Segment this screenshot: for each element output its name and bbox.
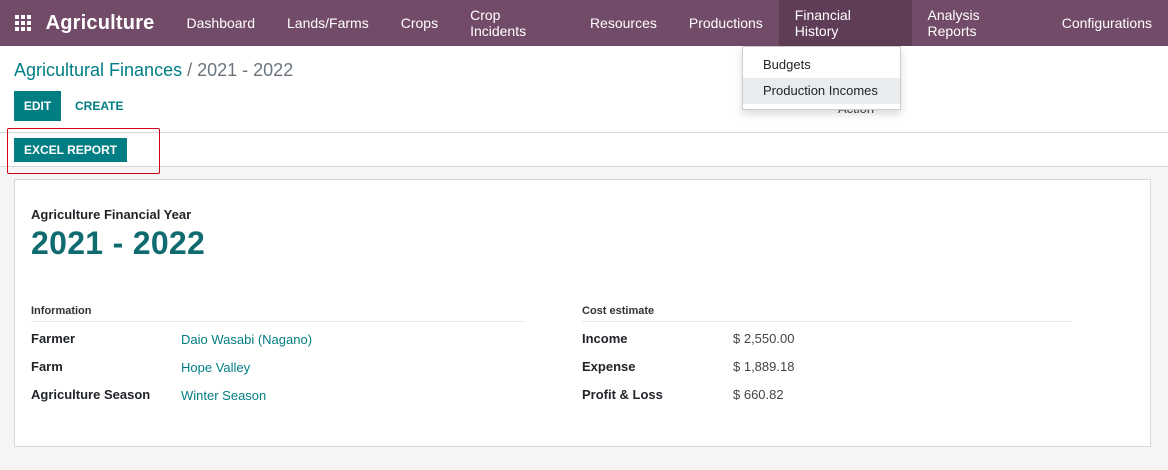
dropdown-item-budgets[interactable]: Budgets [743, 52, 900, 78]
year-field-value: 2021 - 2022 [31, 225, 206, 261]
season-value[interactable]: Winter Season [181, 388, 266, 403]
farmer-value[interactable]: Daio Wasabi (Nagano) [181, 332, 312, 347]
menu-dashboard[interactable]: Dashboard [171, 0, 272, 46]
menu-lands-farms[interactable]: Lands/Farms [271, 0, 385, 46]
form-sheet: Agriculture Financial Year 2021 - 2022 I… [14, 179, 1151, 447]
expense-label: Expense [582, 359, 636, 374]
form-statusbar: EXCEL REPORT [0, 132, 1168, 167]
season-label: Agriculture Season [31, 387, 151, 402]
profit-loss-label: Profit & Loss [582, 387, 663, 402]
menu-analysis-reports[interactable]: Analysis Reports [912, 0, 1046, 46]
breadcrumb: Agricultural Finances / 2021 - 2022 [14, 60, 293, 81]
menu-financial-history[interactable]: Financial History [778, 0, 912, 46]
breadcrumb-current: 2021 - 2022 [197, 60, 294, 80]
breadcrumb-separator: / [187, 60, 193, 80]
farm-label: Farm [31, 359, 63, 374]
menu-crop-incidents[interactable]: Crop Incidents [454, 0, 574, 46]
excel-report-button[interactable]: EXCEL REPORT [14, 138, 128, 162]
year-field-label: Agriculture Financial Year [31, 207, 192, 222]
menu-resources[interactable]: Resources [574, 0, 673, 46]
financial-history-dropdown: Budgets Production Incomes [742, 46, 901, 110]
breadcrumb-parent[interactable]: Agricultural Finances [14, 60, 182, 80]
menu-crops[interactable]: Crops [385, 0, 454, 46]
main-menu: Dashboard Lands/Farms Crops Crop Inciden… [171, 0, 1168, 46]
income-label: Income [582, 331, 628, 346]
edit-button[interactable]: EDIT [14, 91, 61, 121]
app-title[interactable]: Agriculture [46, 12, 155, 35]
expense-value: $ 1,889.18 [733, 359, 795, 374]
control-panel: Agricultural Finances / 2021 - 2022 EDIT… [0, 46, 1168, 132]
cost-estimate-group-title: Cost estimate [582, 305, 1072, 322]
top-navbar: Agriculture Dashboard Lands/Farms Crops … [0, 0, 1168, 46]
income-value: $ 2,550.00 [733, 331, 795, 346]
information-group-title: Information [31, 305, 525, 322]
farmer-label: Farmer [31, 331, 76, 346]
menu-productions[interactable]: Productions [673, 0, 779, 46]
dropdown-item-production-incomes[interactable]: Production Incomes [743, 78, 900, 104]
menu-configurations[interactable]: Configurations [1046, 0, 1168, 46]
farm-value[interactable]: Hope Valley [181, 360, 250, 375]
profit-loss-value: $ 660.82 [733, 387, 784, 402]
create-button[interactable]: CREATE [67, 91, 131, 121]
apps-menu-icon[interactable] [0, 0, 46, 46]
